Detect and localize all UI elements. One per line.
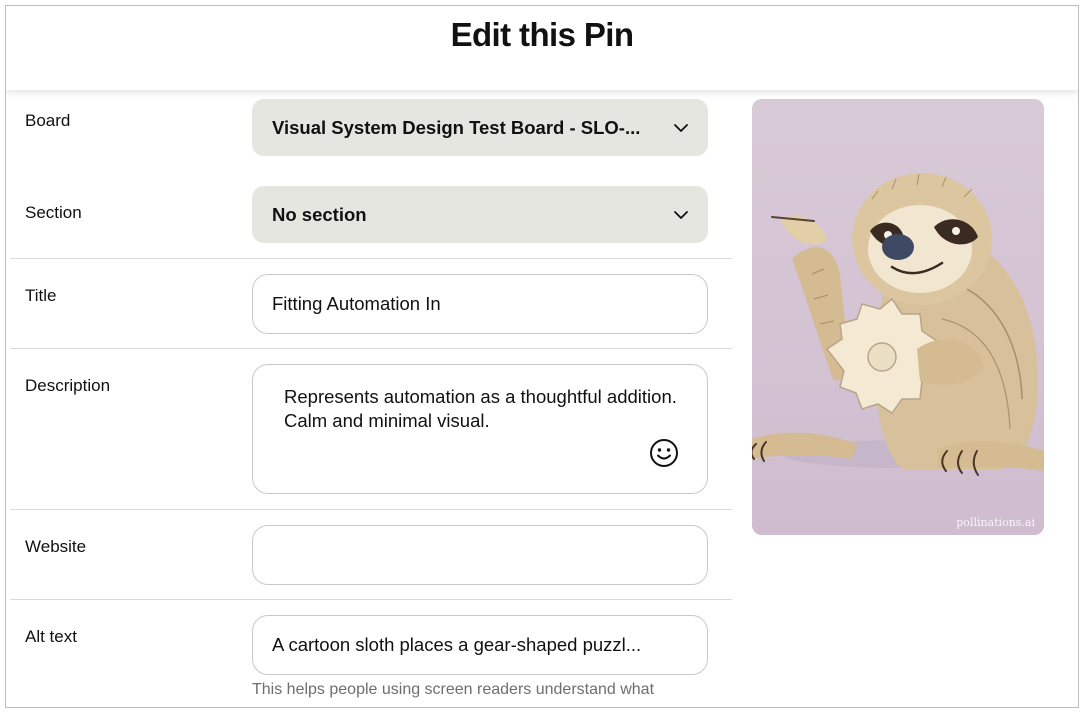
chevron-down-icon xyxy=(674,123,688,132)
description-label: Description xyxy=(25,376,111,395)
board-value: Visual System Design Test Board - SLO-..… xyxy=(272,116,641,138)
alt-text-label: Alt text xyxy=(25,627,77,646)
alt-text-hint: This helps people using screen readers u… xyxy=(252,681,655,698)
divider xyxy=(10,348,732,349)
divider xyxy=(10,258,732,259)
section-dropdown[interactable]: No section xyxy=(252,186,708,243)
board-dropdown[interactable]: Visual System Design Test Board - SLO-..… xyxy=(252,99,708,156)
smiley-face-icon[interactable] xyxy=(648,437,680,469)
title-input[interactable]: Fitting Automation In xyxy=(252,274,708,334)
board-label: Board xyxy=(25,111,71,130)
divider xyxy=(10,599,732,600)
edit-pin-dialog: Edit this Pin Board Visual System Design… xyxy=(5,5,1079,708)
title-label: Title xyxy=(25,286,57,305)
dialog-header: Edit this Pin xyxy=(6,6,1078,90)
image-watermark: pollinations.ai xyxy=(956,516,1035,529)
description-text: Represents automation as a thoughtful ad… xyxy=(284,386,677,431)
website-input[interactable] xyxy=(252,525,708,585)
pin-image-preview: pollinations.ai xyxy=(752,99,1044,535)
page-title: Edit this Pin xyxy=(450,16,634,53)
divider xyxy=(10,509,732,510)
website-label: Website xyxy=(25,537,87,556)
section-label: Section xyxy=(25,203,82,222)
section-value: No section xyxy=(272,203,367,225)
sloth-illustration xyxy=(752,99,1044,535)
chevron-down-icon xyxy=(674,210,688,219)
description-textarea[interactable]: Represents automation as a thoughtful ad… xyxy=(252,364,708,494)
alt-text-input[interactable]: A cartoon sloth places a gear-shaped puz… xyxy=(252,615,708,675)
